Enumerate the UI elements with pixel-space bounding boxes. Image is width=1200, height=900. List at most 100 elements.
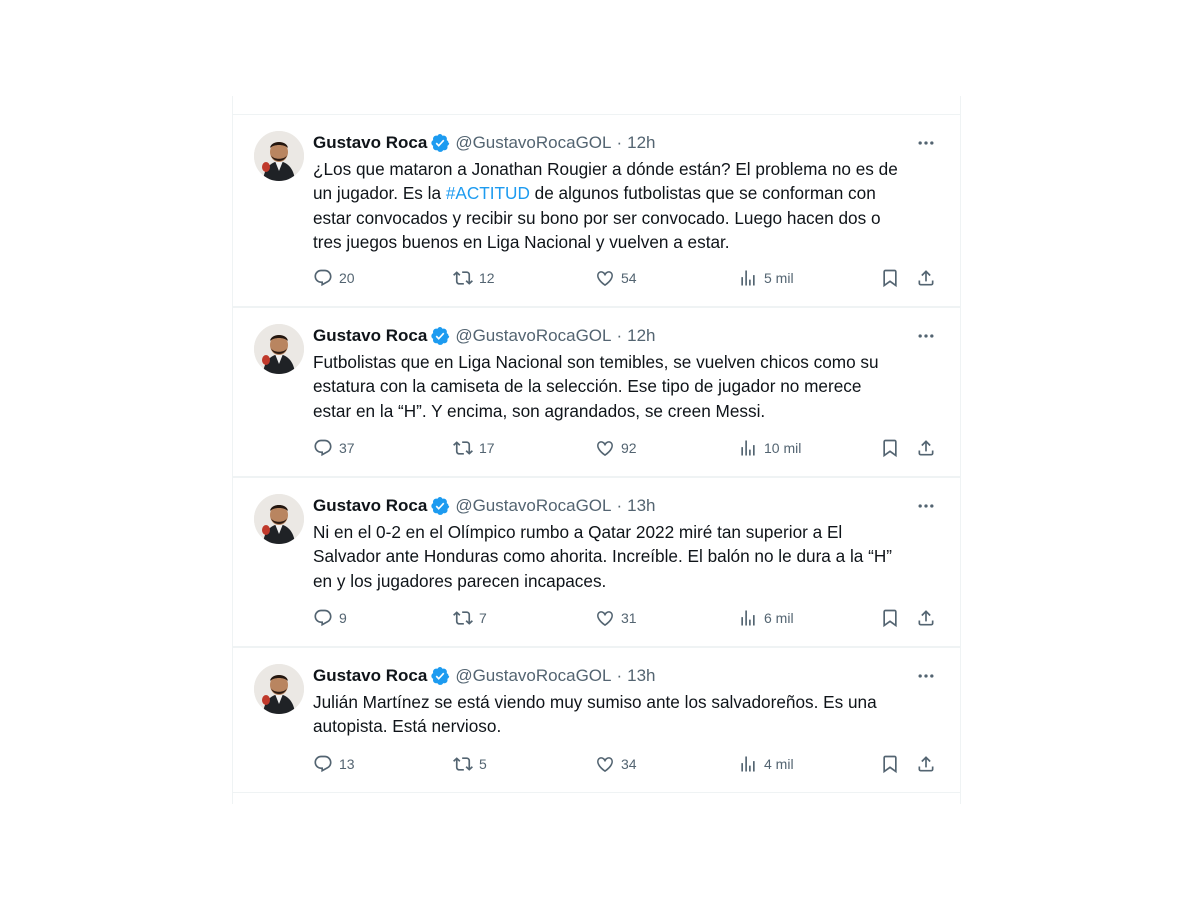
separator-dot: · xyxy=(616,133,623,152)
views-icon xyxy=(738,754,758,774)
author-name[interactable]: Gustavo Roca xyxy=(313,496,427,516)
share-icon xyxy=(916,438,936,458)
tweet-header: Gustavo Roca @GustavoRocaGOL · 13h xyxy=(313,494,940,518)
bookmark-icon xyxy=(880,608,900,628)
more-icon[interactable] xyxy=(912,492,940,520)
reply-button[interactable]: 37 xyxy=(313,434,355,462)
repost-count: 17 xyxy=(479,440,495,456)
author-handle[interactable]: @GustavoRocaGOL xyxy=(455,666,611,686)
views-count: 5 mil xyxy=(764,270,794,286)
avatar[interactable] xyxy=(254,324,304,374)
tweet-actions: 9 7 31 6 mil xyxy=(313,604,940,632)
views-button[interactable]: 10 mil xyxy=(738,434,801,462)
tweet[interactable]: Gustavo Roca @GustavoRocaGOL · 13h Ni en… xyxy=(233,477,960,647)
views-button[interactable]: 5 mil xyxy=(738,264,794,292)
share-button[interactable] xyxy=(916,264,936,292)
tweet-header: Gustavo Roca @GustavoRocaGOL · 12h xyxy=(313,131,940,155)
repost-icon xyxy=(453,438,473,458)
repost-icon xyxy=(453,268,473,288)
views-count: 4 mil xyxy=(764,756,794,772)
separator-dot: · xyxy=(616,496,623,515)
tweet[interactable]: Gustavo Roca @GustavoRocaGOL · 12h ¿Los … xyxy=(233,114,960,307)
timestamp[interactable]: 12h xyxy=(627,326,655,346)
like-icon xyxy=(595,608,615,628)
share-icon xyxy=(916,754,936,774)
reply-button[interactable]: 9 xyxy=(313,604,347,632)
repost-button[interactable]: 5 xyxy=(453,750,487,778)
like-count: 31 xyxy=(621,610,637,626)
tweet[interactable]: Gustavo Roca @GustavoRocaGOL · 13h Juliá… xyxy=(233,647,960,793)
bookmark-icon xyxy=(880,438,900,458)
tweet-feed: Gustavo Roca @GustavoRocaGOL · 12h ¿Los … xyxy=(232,96,961,804)
timestamp[interactable]: 13h xyxy=(627,496,655,516)
author-name[interactable]: Gustavo Roca xyxy=(313,666,427,686)
reply-count: 13 xyxy=(339,756,355,772)
bookmark-button[interactable] xyxy=(880,264,900,292)
reply-count: 37 xyxy=(339,440,355,456)
like-count: 54 xyxy=(621,270,637,286)
reply-button[interactable]: 13 xyxy=(313,750,355,778)
tweet-text: Ni en el 0-2 en el Olímpico rumbo a Qata… xyxy=(313,522,892,591)
share-button[interactable] xyxy=(916,434,936,462)
more-icon[interactable] xyxy=(912,322,940,350)
author-handle[interactable]: @GustavoRocaGOL xyxy=(455,496,611,516)
tweet-header: Gustavo Roca @GustavoRocaGOL · 13h xyxy=(313,664,940,688)
repost-icon xyxy=(453,608,473,628)
repost-button[interactable]: 17 xyxy=(453,434,495,462)
views-count: 6 mil xyxy=(764,610,794,626)
timestamp[interactable]: 12h xyxy=(627,133,655,153)
reply-count: 20 xyxy=(339,270,355,286)
hashtag-link[interactable]: #ACTITUD xyxy=(446,183,530,203)
author-name[interactable]: Gustavo Roca xyxy=(313,326,427,346)
reply-icon xyxy=(313,438,333,458)
like-button[interactable]: 31 xyxy=(595,604,637,632)
views-button[interactable]: 4 mil xyxy=(738,750,794,778)
tweet-header: Gustavo Roca @GustavoRocaGOL · 12h xyxy=(313,324,940,348)
share-button[interactable] xyxy=(916,750,936,778)
like-button[interactable]: 92 xyxy=(595,434,637,462)
verified-badge-icon xyxy=(430,496,450,516)
repost-icon xyxy=(453,754,473,774)
reply-count: 9 xyxy=(339,610,347,626)
bookmark-icon xyxy=(880,754,900,774)
author-handle[interactable]: @GustavoRocaGOL xyxy=(455,326,611,346)
reply-icon xyxy=(313,754,333,774)
like-button[interactable]: 54 xyxy=(595,264,637,292)
separator-dot: · xyxy=(616,326,623,345)
bookmark-icon xyxy=(880,268,900,288)
bookmark-button[interactable] xyxy=(880,750,900,778)
reply-icon xyxy=(313,608,333,628)
tweet-actions: 20 12 54 5 mil xyxy=(313,264,940,292)
share-button[interactable] xyxy=(916,604,936,632)
avatar[interactable] xyxy=(254,494,304,544)
separator-dot: · xyxy=(616,666,623,685)
tweet-text: Futbolistas que en Liga Nacional son tem… xyxy=(313,352,879,421)
bookmark-button[interactable] xyxy=(880,434,900,462)
share-icon xyxy=(916,268,936,288)
avatar[interactable] xyxy=(254,664,304,714)
tweet[interactable]: Gustavo Roca @GustavoRocaGOL · 12h Futbo… xyxy=(233,307,960,477)
bookmark-button[interactable] xyxy=(880,604,900,632)
more-icon[interactable] xyxy=(912,662,940,690)
repost-button[interactable]: 12 xyxy=(453,264,495,292)
views-count: 10 mil xyxy=(764,440,802,456)
verified-badge-icon xyxy=(430,666,450,686)
views-button[interactable]: 6 mil xyxy=(738,604,794,632)
timestamp[interactable]: 13h xyxy=(627,666,655,686)
like-icon xyxy=(595,754,615,774)
like-count: 34 xyxy=(621,756,637,772)
views-icon xyxy=(738,608,758,628)
avatar[interactable] xyxy=(254,131,304,181)
reply-icon xyxy=(313,268,333,288)
author-name[interactable]: Gustavo Roca xyxy=(313,133,427,153)
views-icon xyxy=(738,268,758,288)
like-icon xyxy=(595,268,615,288)
more-icon[interactable] xyxy=(912,129,940,157)
like-count: 92 xyxy=(621,440,637,456)
like-button[interactable]: 34 xyxy=(595,750,637,778)
repost-button[interactable]: 7 xyxy=(453,604,487,632)
share-icon xyxy=(916,608,936,628)
author-handle[interactable]: @GustavoRocaGOL xyxy=(455,133,611,153)
reply-button[interactable]: 20 xyxy=(313,264,355,292)
verified-badge-icon xyxy=(430,133,450,153)
